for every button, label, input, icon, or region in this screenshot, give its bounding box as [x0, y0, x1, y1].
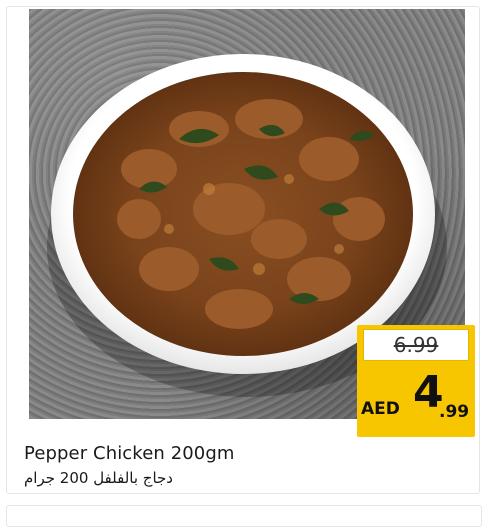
currency-label: AED — [361, 399, 400, 419]
next-product-card[interactable] — [6, 505, 482, 527]
old-price-box: 6.99 — [363, 329, 469, 361]
product-card[interactable]: 6.99 AED 4 .99 Pepper Chicken 200gm دجاج… — [6, 6, 480, 494]
price-decimal: .99 — [439, 402, 470, 422]
old-price: 6.99 — [393, 333, 439, 357]
product-name-ar[interactable]: دجاج بالفلفل 200 جرام — [24, 469, 173, 487]
product-name-en[interactable]: Pepper Chicken 200gm — [24, 443, 235, 464]
price-badge: 6.99 AED 4 .99 — [357, 325, 475, 437]
